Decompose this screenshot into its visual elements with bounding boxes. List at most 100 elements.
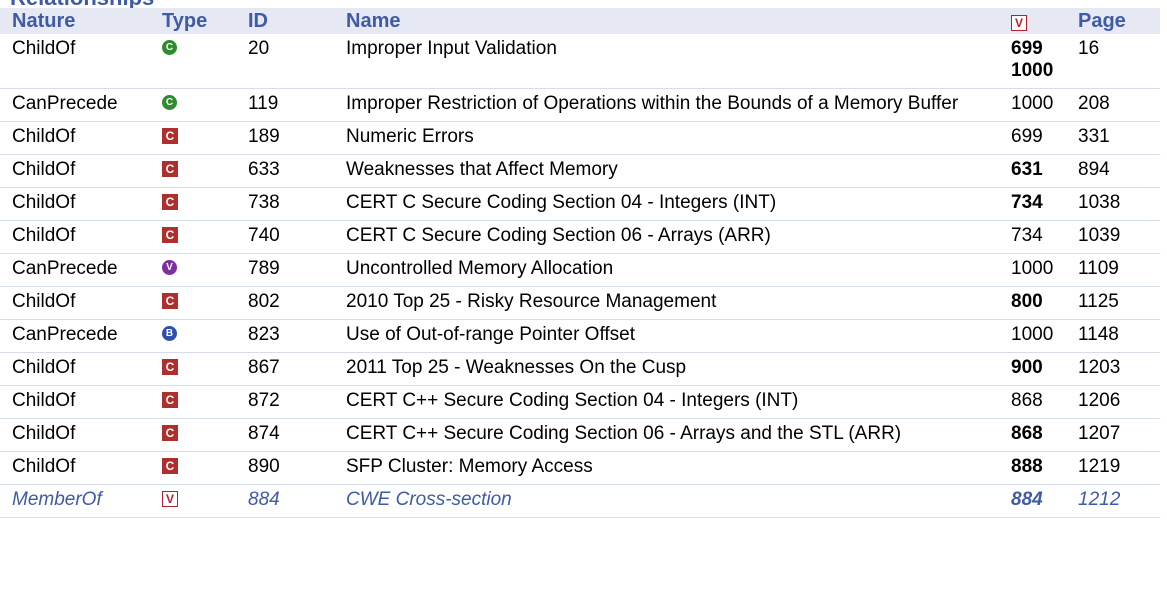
page-cell: 1125 — [1078, 286, 1160, 320]
name-cell[interactable]: 2011 Top 25 - Weaknesses On the Cusp — [346, 352, 1011, 386]
view-id: 868 — [1011, 423, 1043, 444]
type-cell: V — [162, 484, 248, 518]
type-cell: C — [162, 451, 248, 485]
page-cell: 208 — [1078, 88, 1160, 122]
variant-icon: V — [162, 260, 177, 276]
name-cell[interactable]: 2010 Top 25 - Risky Resource Management — [346, 286, 1011, 320]
category-icon: C — [162, 292, 178, 309]
table-row: ChildOf C 874 CERT C++ Secure Coding Sectio… — [0, 418, 1160, 452]
view-cell: 1000 — [1011, 88, 1078, 122]
column-header-type: Type — [162, 8, 248, 34]
view-cell: 884 — [1011, 484, 1078, 518]
nature-cell: ChildOf — [0, 286, 162, 320]
nature-cell: ChildOf — [0, 220, 162, 254]
type-cell: C — [162, 220, 248, 254]
page-cell: 1206 — [1078, 385, 1160, 419]
id-cell[interactable]: 20 — [248, 34, 346, 89]
id-cell[interactable]: 633 — [248, 154, 346, 188]
id-cell[interactable]: 823 — [248, 319, 346, 353]
table-row: CanPrecede C 119 Improper Restriction of Op… — [0, 88, 1160, 122]
view-cell: 1000 — [1011, 319, 1078, 353]
view-cell: 734 — [1011, 220, 1078, 254]
nature-cell: CanPrecede — [0, 253, 162, 287]
page-cell: 1148 — [1078, 319, 1160, 353]
name-cell[interactable]: CERT C++ Secure Coding Section 04 - Inte… — [346, 385, 1011, 419]
table-row: ChildOf C 20 Improper Input Validation 699 10… — [0, 34, 1160, 89]
id-cell[interactable]: 738 — [248, 187, 346, 221]
id-cell[interactable]: 119 — [248, 88, 346, 122]
view-id: 900 — [1011, 357, 1043, 378]
view-cell: 868 — [1011, 385, 1078, 419]
category-icon: C — [162, 226, 178, 243]
type-cell: V — [162, 253, 248, 287]
name-cell[interactable]: Improper Input Validation — [346, 34, 1011, 89]
table-row: ChildOf C 738 CERT C Secure Coding Section … — [0, 187, 1160, 221]
id-cell[interactable]: 740 — [248, 220, 346, 254]
page-cell: 1109 — [1078, 253, 1160, 287]
view-id: 699 — [1011, 38, 1043, 59]
column-header-nature: Nature — [0, 8, 162, 34]
table-header-row: Nature Type ID Name V Page — [0, 8, 1160, 34]
id-cell[interactable]: 890 — [248, 451, 346, 485]
name-cell[interactable]: Uncontrolled Memory Allocation — [346, 253, 1011, 287]
id-cell[interactable]: 867 — [248, 352, 346, 386]
name-cell[interactable]: Improper Restriction of Operations withi… — [346, 88, 1011, 122]
type-cell: C — [162, 385, 248, 419]
category-icon: C — [162, 424, 178, 441]
view-cell: 1000 — [1011, 253, 1078, 287]
page-cell: 1039 — [1078, 220, 1160, 254]
view-id: 868 — [1011, 390, 1043, 411]
id-cell[interactable]: 802 — [248, 286, 346, 320]
name-cell[interactable]: SFP Cluster: Memory Access — [346, 451, 1011, 485]
view-icon: V — [162, 490, 178, 507]
nature-cell: ChildOf — [0, 154, 162, 188]
view-cell: 734 — [1011, 187, 1078, 221]
view-cell: 800 — [1011, 286, 1078, 320]
type-cell: C — [162, 187, 248, 221]
type-cell: C — [162, 418, 248, 452]
name-cell[interactable]: CERT C Secure Coding Section 04 - Intege… — [346, 187, 1011, 221]
nature-cell: ChildOf — [0, 352, 162, 386]
page-cell: 1203 — [1078, 352, 1160, 386]
view-cell: 900 — [1011, 352, 1078, 386]
view-cell: 699 1000 — [1011, 34, 1078, 89]
view-cell: 699 — [1011, 121, 1078, 155]
category-icon: C — [162, 358, 178, 375]
category-icon: C — [162, 391, 178, 408]
page-cell: 1219 — [1078, 451, 1160, 485]
table-row: ChildOf C 867 2011 Top 25 - Weaknesses On t… — [0, 352, 1160, 386]
name-cell[interactable]: Weaknesses that Affect Memory — [346, 154, 1011, 188]
column-header-page: Page — [1078, 8, 1160, 34]
name-cell[interactable]: Numeric Errors — [346, 121, 1011, 155]
table-row: MemberOf V 884 CWE Cross-section 884 1212 — [0, 484, 1160, 518]
type-cell: C — [162, 352, 248, 386]
nature-cell: CanPrecede — [0, 319, 162, 353]
name-cell[interactable]: CWE Cross-section — [346, 484, 1011, 518]
page-cell: 1038 — [1078, 187, 1160, 221]
name-cell[interactable]: CERT C++ Secure Coding Section 06 - Arra… — [346, 418, 1011, 452]
page-cell: 1212 — [1078, 484, 1160, 518]
column-header-view: V — [1011, 8, 1078, 34]
class-icon: C — [162, 40, 177, 56]
view-id: 1000 — [1011, 258, 1054, 279]
view-id: 1000 — [1011, 324, 1054, 345]
name-cell[interactable]: CERT C Secure Coding Section 06 - Arrays… — [346, 220, 1011, 254]
view-id: 699 — [1011, 126, 1043, 147]
column-header-id: ID — [248, 8, 346, 34]
category-icon: C — [162, 127, 178, 144]
id-cell[interactable]: 872 — [248, 385, 346, 419]
nature-cell: ChildOf — [0, 121, 162, 155]
id-cell[interactable]: 874 — [248, 418, 346, 452]
id-cell[interactable]: 789 — [248, 253, 346, 287]
table-row: ChildOf C 740 CERT C Secure Coding Section … — [0, 220, 1160, 254]
view-id: 734 — [1011, 192, 1043, 213]
name-cell[interactable]: Use of Out-of-range Pointer Offset — [346, 319, 1011, 353]
table-row: ChildOf C 802 2010 Top 25 - Risky Resource … — [0, 286, 1160, 320]
type-cell: C — [162, 121, 248, 155]
view-id: 1000 — [1011, 93, 1054, 114]
id-cell[interactable]: 189 — [248, 121, 346, 155]
page-cell: 894 — [1078, 154, 1160, 188]
type-cell: C — [162, 154, 248, 188]
id-cell[interactable]: 884 — [248, 484, 346, 518]
view-id: 1000 — [1011, 60, 1054, 81]
